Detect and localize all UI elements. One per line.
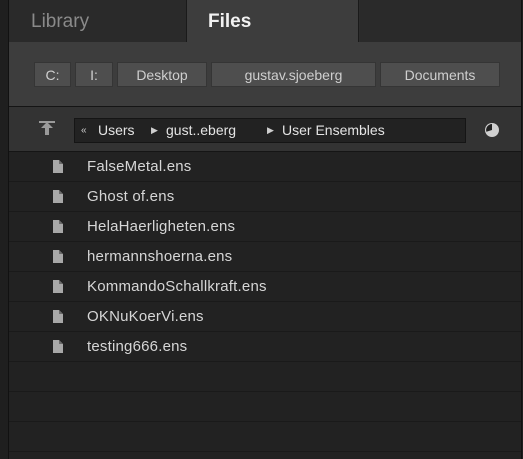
list-item[interactable]: OKNuKoerVi.ens <box>9 302 521 332</box>
tab-files[interactable]: Files <box>187 0 359 42</box>
list-item[interactable]: FalseMetal.ens <box>9 152 521 182</box>
file-icon <box>53 340 63 353</box>
file-name: FalseMetal.ens <box>87 158 192 175</box>
file-name: HelaHaerligheten.ens <box>87 218 236 235</box>
tab-bar-filler <box>360 0 521 42</box>
empty-row <box>9 422 521 452</box>
empty-row <box>9 362 521 392</box>
favorite-desktop[interactable]: Desktop <box>117 62 207 87</box>
tab-bar: Library Files <box>9 0 521 42</box>
favorites-bar: C: I: Desktop gustav.sjoeberg Documents <box>9 42 521 107</box>
file-icon <box>53 250 63 263</box>
chevron-right-icon: ▶ <box>267 125 274 135</box>
file-icon <box>53 310 63 323</box>
favorite-user-folder[interactable]: gustav.sjoeberg <box>211 62 376 87</box>
empty-row <box>9 392 521 422</box>
file-name: OKNuKoerVi.ens <box>87 308 204 325</box>
breadcrumb: « Users ▶ gust..eberg ▶ User Ensembles <box>74 118 466 143</box>
favorite-documents[interactable]: Documents <box>380 62 500 87</box>
favorite-i-drive[interactable]: I: <box>75 62 113 87</box>
list-item[interactable]: hermannshoerna.ens <box>9 242 521 272</box>
list-item[interactable]: KommandoSchallkraft.ens <box>9 272 521 302</box>
breadcrumb-user-folder[interactable]: gust..eberg <box>166 119 236 142</box>
arrow-up-icon[interactable] <box>36 119 58 139</box>
chevron-right-icon: ▶ <box>151 125 158 135</box>
tab-library[interactable]: Library <box>9 0 187 42</box>
file-icon <box>53 280 63 293</box>
list-item[interactable]: HelaHaerligheten.ens <box>9 212 521 242</box>
file-browser-frame: Library Files C: I: Desktop gustav.sjoeb… <box>0 0 523 459</box>
breadcrumb-user-ensembles[interactable]: User Ensembles <box>282 119 385 142</box>
file-name: testing666.ens <box>87 338 188 355</box>
browser-panel: Library Files C: I: Desktop gustav.sjoeb… <box>8 0 522 459</box>
file-name: hermannshoerna.ens <box>87 248 233 265</box>
list-item[interactable]: testing666.ens <box>9 332 521 362</box>
file-name: KommandoSchallkraft.ens <box>87 278 267 295</box>
list-item[interactable]: Ghost of.ens <box>9 182 521 212</box>
path-row: « Users ▶ gust..eberg ▶ User Ensembles <box>9 107 521 152</box>
file-icon <box>53 190 63 203</box>
breadcrumb-users[interactable]: Users <box>98 119 135 142</box>
favorite-c-drive[interactable]: C: <box>34 62 71 87</box>
breadcrumb-back-button[interactable]: « <box>81 119 87 142</box>
history-icon[interactable] <box>484 122 500 138</box>
file-icon <box>53 160 63 173</box>
file-name: Ghost of.ens <box>87 188 175 205</box>
file-list: FalseMetal.ens Ghost of.ens HelaHaerligh… <box>9 152 521 459</box>
file-icon <box>53 220 63 233</box>
